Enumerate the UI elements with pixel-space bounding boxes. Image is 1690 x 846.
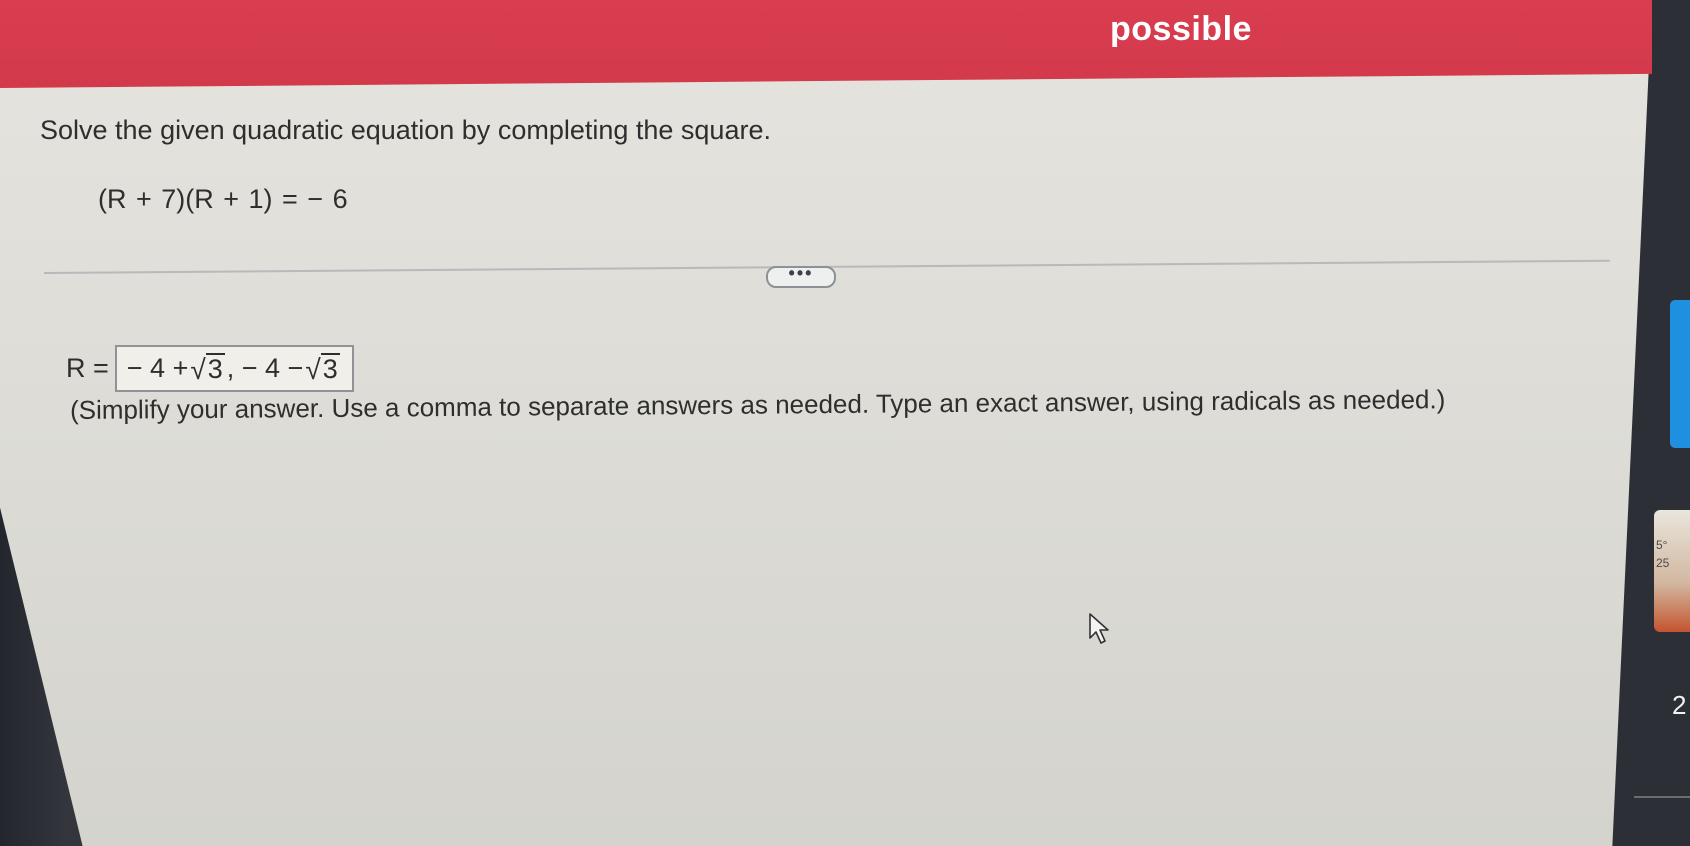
screen: possible Solve the given quadratic equat… [0,0,1690,846]
header-bar [0,0,1652,88]
radicand-1: 3 [205,353,225,385]
mouse-pointer-icon [1089,613,1109,644]
answer-input[interactable]: − 4 + √ 3 , − 4 − √ 3 [114,345,354,392]
square-root-1: √ 3 [190,353,225,385]
header-title: possible [1110,10,1252,48]
show-more-button[interactable]: ••• [766,264,836,288]
answer-part1-prefix: − 4 + [126,353,189,383]
answer-label: R = [66,353,109,383]
question-equation: (R + 7)(R + 1) = − 6 [98,184,348,214]
square-root-icon: √ [190,353,206,385]
square-root-icon: √ [305,353,321,385]
answer-separator: , − 4 − [226,353,304,383]
radicand-2: 3 [320,353,340,385]
edge-widget-text-1: 5° [1656,538,1668,552]
answer-row: R = − 4 + √ 3 , − 4 − √ 3 [66,345,354,392]
question-instruction: Solve the given quadratic equation by co… [40,115,771,145]
edge-number: 2 [1672,690,1687,720]
edge-taskbar-widget[interactable] [1670,300,1690,448]
edge-widget-text-2: 25 [1656,556,1670,570]
edge-divider [1634,796,1690,798]
edge-weather-widget[interactable]: 5° 25 [1654,510,1690,632]
square-root-2: √ 3 [305,353,340,385]
